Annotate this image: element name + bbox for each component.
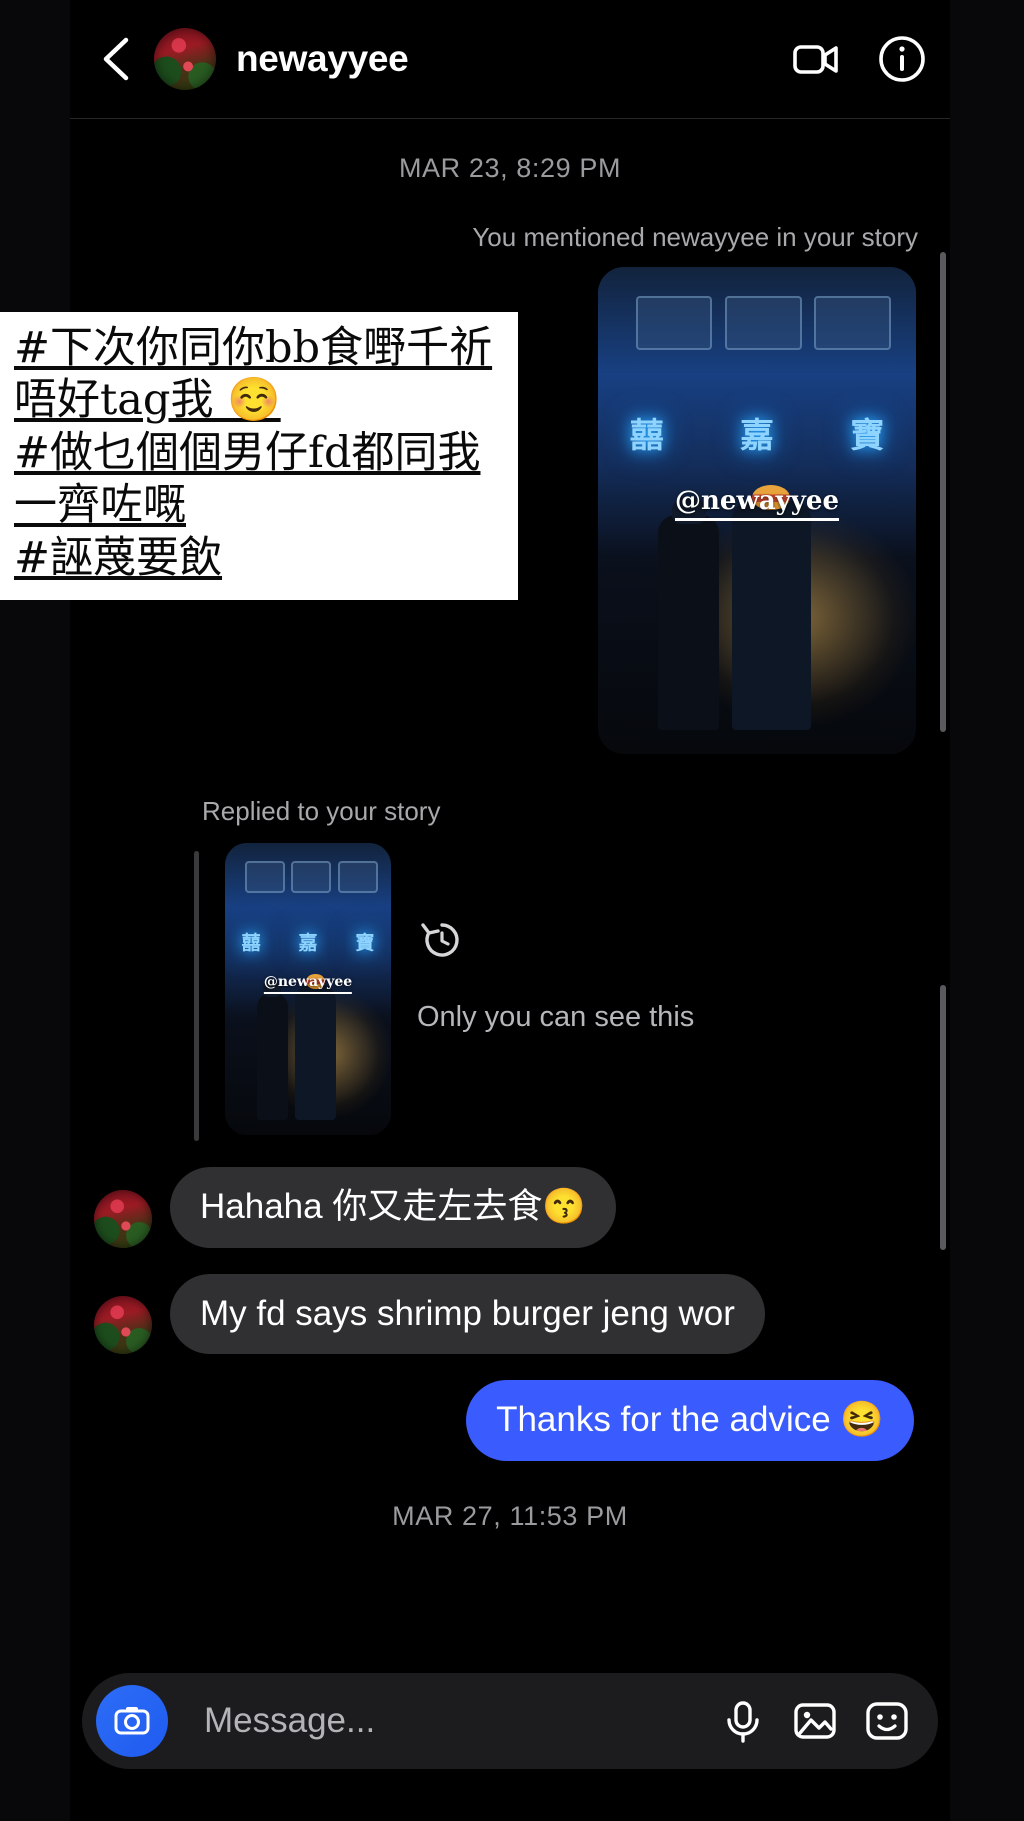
scrollbar-thumb[interactable] bbox=[940, 252, 946, 732]
story-card[interactable]: 囍 嘉 寶 @newayyee bbox=[598, 267, 916, 754]
message-bubble[interactable]: My fd says shrimp burger jeng wor bbox=[170, 1273, 765, 1355]
mention-sticker: @newayyee bbox=[263, 974, 353, 995]
person-silhouette bbox=[294, 973, 337, 1121]
story-reply-row: 囍 嘉 寶 @newayyee Only you can see this bbox=[94, 843, 926, 1141]
message-row-incoming: My fd says shrimp burger jeng wor bbox=[94, 1273, 926, 1355]
history-clock-icon bbox=[421, 923, 459, 957]
ac-unit bbox=[291, 860, 332, 893]
reply-indicator-bar bbox=[194, 851, 199, 1141]
ac-unit bbox=[725, 296, 802, 350]
reply-notice: Replied to your story bbox=[202, 796, 441, 826]
neon-sign: 囍 嘉 寶 bbox=[630, 408, 884, 457]
sticker-face-icon[interactable] bbox=[862, 1696, 912, 1746]
camera-button[interactable] bbox=[96, 1685, 168, 1757]
story-thumbnail[interactable]: 囍 嘉 寶 @newayyee bbox=[225, 843, 391, 1135]
mention-sticker[interactable]: @newayyee bbox=[675, 486, 839, 522]
sign-char: 寶 bbox=[355, 931, 375, 954]
mention-notice: You mentioned newayyee in your story bbox=[472, 222, 918, 252]
video-camera-icon[interactable] bbox=[790, 33, 842, 85]
person-silhouette bbox=[731, 484, 812, 730]
ac-unit bbox=[337, 860, 378, 893]
sign-char: 寶 bbox=[850, 416, 885, 457]
ac-unit bbox=[636, 296, 713, 350]
avatar[interactable] bbox=[94, 1189, 152, 1248]
avatar[interactable] bbox=[94, 1296, 152, 1355]
caption-line: #下次你同你bb食嘢千祈 bbox=[14, 323, 493, 373]
sign-char: 嘉 bbox=[298, 931, 318, 954]
storefront-photo: 囍 嘉 寶 @newayyee bbox=[598, 267, 916, 754]
scrollbar-thumb[interactable] bbox=[940, 985, 946, 1250]
letterbox-left bbox=[0, 0, 70, 1821]
message-row-outgoing: Thanks for the advice 😆 bbox=[94, 1380, 926, 1462]
header-avatar[interactable] bbox=[154, 28, 216, 90]
sign-char: 囍 bbox=[241, 931, 261, 954]
back-chevron-icon[interactable] bbox=[98, 34, 136, 84]
caption-line: #誣蔑要飲 bbox=[14, 532, 223, 583]
caption-line: 一齊咗嘅 bbox=[14, 480, 186, 531]
info-circle-icon[interactable] bbox=[876, 33, 928, 85]
caption-line: #做乜個個男仔fd都同我 bbox=[14, 427, 481, 478]
camera-icon bbox=[114, 1707, 150, 1735]
message-input[interactable]: Message... bbox=[190, 1701, 696, 1741]
day-timestamp-bottom: MAR 27, 11:53 PM bbox=[392, 1501, 628, 1532]
message-row-incoming: Hahaha 你又走左去食😙 bbox=[94, 1167, 926, 1248]
photo-gallery-icon[interactable] bbox=[790, 1696, 840, 1746]
header-divider bbox=[70, 118, 950, 119]
message-composer: Message... bbox=[82, 1673, 938, 1769]
sign-char: 嘉 bbox=[740, 416, 774, 457]
story-caption-overlay: #下次你同你bb食嘢千祈 唔好tag我 ☺️ #做乜個個男仔fd都同我 一齊咗嘅… bbox=[0, 312, 518, 601]
header-actions bbox=[790, 33, 928, 85]
caption-line: 唔好tag我 ☺️ bbox=[14, 375, 281, 426]
seen-status: Only you can see this bbox=[417, 1001, 695, 1033]
page-title[interactable]: newayyee bbox=[236, 38, 790, 80]
sign-char: 囍 bbox=[629, 416, 664, 457]
seen-status-column: Only you can see this bbox=[417, 915, 694, 1034]
phone-screenshot: newayyee MAR 23, 8:29 PM You mentioned n… bbox=[0, 0, 1024, 1821]
ac-unit bbox=[814, 296, 891, 350]
chat-header: newayyee bbox=[70, 0, 950, 118]
message-bubble[interactable]: Hahaha 你又走左去食😙 bbox=[170, 1167, 616, 1248]
letterbox-right bbox=[950, 0, 1024, 1821]
message-bubble[interactable]: Thanks for the advice 😆 bbox=[466, 1380, 914, 1462]
day-timestamp-top: MAR 23, 8:29 PM bbox=[398, 153, 622, 183]
dm-screen: newayyee MAR 23, 8:29 PM You mentioned n… bbox=[70, 0, 950, 1821]
storefront-photo-thumb: 囍 嘉 寶 @newayyee bbox=[225, 843, 391, 1135]
microphone-icon[interactable] bbox=[718, 1696, 768, 1746]
person-silhouette bbox=[256, 980, 289, 1121]
neon-sign: 囍 嘉 寶 bbox=[242, 928, 375, 955]
person-silhouette bbox=[658, 496, 719, 730]
ac-unit bbox=[244, 860, 285, 893]
